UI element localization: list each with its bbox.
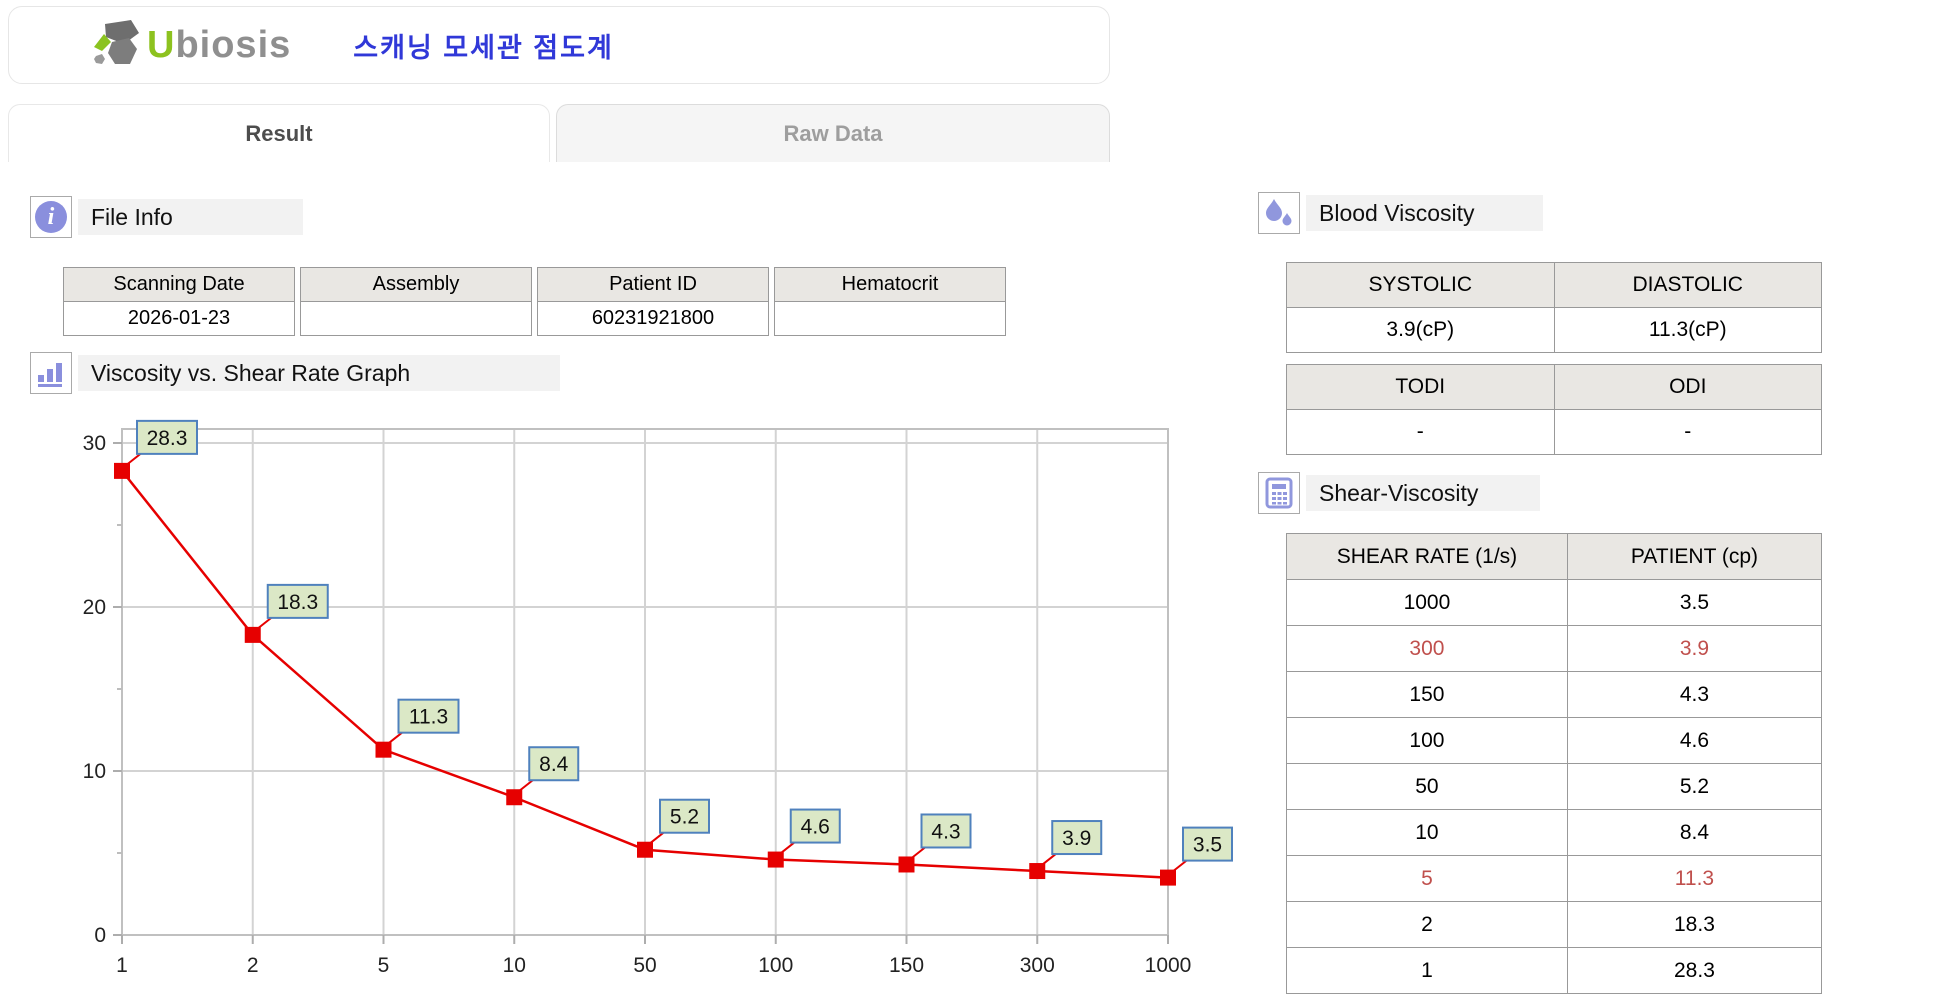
svg-text:5: 5 xyxy=(378,954,390,977)
shear-cell: 50 xyxy=(1286,763,1568,810)
file-info-fields: Scanning Date 2026-01-23 Assembly Patient I… xyxy=(63,267,1006,336)
blood-viscosity-section-header: Blood Viscosity xyxy=(1258,192,1543,234)
svg-text:20: 20 xyxy=(83,596,106,619)
shear-viscosity-title: Shear-Viscosity xyxy=(1306,475,1540,511)
shear-cell: 18.3 xyxy=(1566,901,1823,948)
systolic-value: 3.9(cP) xyxy=(1286,307,1555,353)
shear-cell: 1 xyxy=(1286,947,1568,994)
svg-text:1: 1 xyxy=(116,954,128,977)
shear-rate-header: SHEAR RATE (1/s) xyxy=(1286,533,1568,580)
svg-text:3.9: 3.9 xyxy=(1062,827,1091,850)
shear-row: 1000 3.5 xyxy=(1286,579,1823,626)
tab-raw-data[interactable]: Raw Data xyxy=(556,104,1110,162)
shear-cell: 5.2 xyxy=(1566,763,1823,810)
graph-title: Viscosity vs. Shear Rate Graph xyxy=(78,355,560,391)
odi-header: ODI xyxy=(1553,364,1822,410)
svg-text:150: 150 xyxy=(889,954,924,977)
file-info-title: File Info xyxy=(78,199,303,235)
blood-viscosity-title: Blood Viscosity xyxy=(1306,195,1543,231)
file-info-field-value: 60231921800 xyxy=(538,302,768,335)
shear-row: 10 8.4 xyxy=(1286,809,1823,856)
todi-header: TODI xyxy=(1286,364,1555,410)
shear-cell: 3.5 xyxy=(1566,579,1823,626)
shear-row: 150 4.3 xyxy=(1286,671,1823,718)
shear-cell: 100 xyxy=(1286,717,1568,764)
diastolic-value: 11.3(cP) xyxy=(1553,307,1822,353)
svg-text:3.5: 3.5 xyxy=(1193,834,1222,857)
file-info-field-value xyxy=(301,302,531,335)
shear-row: 5 11.3 xyxy=(1286,855,1823,902)
info-icon: i xyxy=(30,196,72,238)
file-info-field-value xyxy=(775,302,1005,335)
shear-cell: 4.3 xyxy=(1566,671,1823,718)
odi-value: - xyxy=(1553,409,1822,455)
diastolic-header: DIASTOLIC xyxy=(1553,262,1822,308)
shear-cell: 10 xyxy=(1286,809,1568,856)
todi-value: - xyxy=(1286,409,1555,455)
ubiosis-logo-icon xyxy=(94,20,139,64)
shear-cell: 1000 xyxy=(1286,579,1568,626)
file-info-field-value: 2026-01-23 xyxy=(64,302,294,335)
shear-row: 100 4.6 xyxy=(1286,717,1823,764)
shear-row: 2 18.3 xyxy=(1286,901,1823,948)
shear-row: 1 28.3 xyxy=(1286,947,1823,994)
shear-cell: 300 xyxy=(1286,625,1568,672)
svg-text:8.4: 8.4 xyxy=(539,753,569,776)
file-info-field: Scanning Date 2026-01-23 xyxy=(63,267,295,336)
file-info-field-label: Assembly xyxy=(301,268,531,302)
shear-cell: 8.4 xyxy=(1566,809,1823,856)
svg-text:18.3: 18.3 xyxy=(277,591,318,614)
viscosity-chart: 0 10 20 30 1 2 5 10 50 100 150 300 1000 28.3 18.3 11.3 8… xyxy=(60,413,1280,996)
file-info-section-header: i File Info xyxy=(30,196,303,238)
svg-text:4.3: 4.3 xyxy=(931,820,960,843)
svg-text:11.3: 11.3 xyxy=(409,706,448,729)
bar-chart-icon xyxy=(30,352,72,394)
shear-cell: 3.9 xyxy=(1566,625,1823,672)
svg-text:2: 2 xyxy=(247,954,259,977)
ubiosis-logo-text: Ubiosis xyxy=(147,24,292,66)
shear-row: 300 3.9 xyxy=(1286,625,1823,672)
graph-section-header: Viscosity vs. Shear Rate Graph xyxy=(30,352,560,394)
file-info-field-label: Scanning Date xyxy=(64,268,294,302)
todi-odi-table: TODI ODI - - xyxy=(1286,364,1822,455)
svg-text:28.3: 28.3 xyxy=(147,427,188,450)
file-info-field: Patient ID 60231921800 xyxy=(537,267,769,336)
viscosity-chart-svg: 0 10 20 30 1 2 5 10 50 100 150 300 1000 28.3 18.3 11.3 8… xyxy=(83,419,1233,977)
shear-cell: 2 xyxy=(1286,901,1568,948)
calculator-icon xyxy=(1258,472,1300,514)
svg-text:50: 50 xyxy=(633,954,656,977)
svg-text:10: 10 xyxy=(503,954,526,977)
shear-cell: 11.3 xyxy=(1566,855,1823,902)
shear-row: 50 5.2 xyxy=(1286,763,1823,810)
blood-viscosity-table: SYSTOLIC DIASTOLIC 3.9(cP) 11.3(cP) xyxy=(1286,262,1822,353)
svg-text:4.6: 4.6 xyxy=(801,816,830,839)
shear-viscosity-section-header: Shear-Viscosity xyxy=(1258,472,1540,514)
shear-viscosity-table: SHEAR RATE (1/s) PATIENT (cp) 1000 3.5 300… xyxy=(1286,533,1823,994)
app-korean-title: 스캐닝 모세관 점도계 xyxy=(353,32,614,63)
svg-text:1000: 1000 xyxy=(1145,954,1192,977)
svg-text:30: 30 xyxy=(83,432,106,455)
app-header: Ubiosis 스캐닝 모세관 점도계 xyxy=(8,6,1110,84)
tab-result[interactable]: Result xyxy=(8,104,550,162)
shear-cell: 4.6 xyxy=(1566,717,1823,764)
svg-text:5.2: 5.2 xyxy=(670,806,699,829)
shear-cell: 5 xyxy=(1286,855,1568,902)
file-info-field-label: Hematocrit xyxy=(775,268,1005,302)
shear-cell: 150 xyxy=(1286,671,1568,718)
blood-drops-icon xyxy=(1258,192,1300,234)
file-info-field: Assembly xyxy=(300,267,532,336)
file-info-field-label: Patient ID xyxy=(538,268,768,302)
shear-cell: 28.3 xyxy=(1566,947,1823,994)
systolic-header: SYSTOLIC xyxy=(1286,262,1555,308)
ubiosis-logo: Ubiosis xyxy=(93,20,292,68)
svg-text:0: 0 xyxy=(94,924,106,947)
svg-text:10: 10 xyxy=(83,760,106,783)
svg-text:300: 300 xyxy=(1020,954,1055,977)
file-info-field: Hematocrit xyxy=(774,267,1006,336)
patient-header: PATIENT (cp) xyxy=(1566,533,1823,580)
svg-text:100: 100 xyxy=(758,954,793,977)
